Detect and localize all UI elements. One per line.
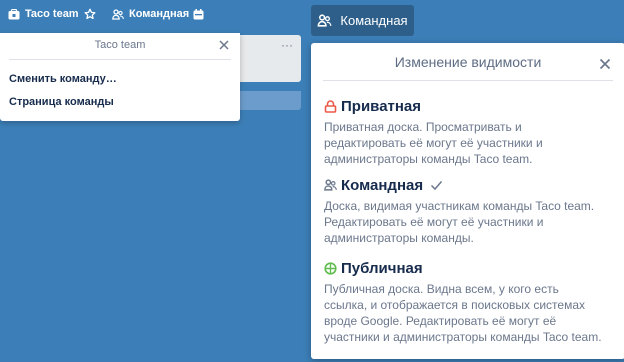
option-title: Приватная bbox=[341, 97, 422, 115]
team-button[interactable]: Taco team bbox=[8, 3, 79, 25]
team-popover: Taco team Сменить команду… Страница кома… bbox=[0, 33, 240, 121]
option-description: Публичная доска. Видна всем, у кого есть… bbox=[324, 282, 602, 344]
visibility-header-label: Командная bbox=[129, 8, 190, 20]
visibility-header-button[interactable]: Командная bbox=[112, 3, 189, 25]
close-icon[interactable] bbox=[599, 57, 611, 70]
lock-icon bbox=[324, 99, 338, 113]
divider bbox=[323, 80, 613, 81]
visibility-option-team[interactable]: Командная Доска, видимая участникам кома… bbox=[324, 175, 617, 246]
team-popover-title: Taco team bbox=[94, 39, 146, 51]
visibility-button-label: Командная bbox=[340, 13, 408, 28]
divider bbox=[9, 59, 231, 60]
calendar-icon bbox=[193, 8, 204, 20]
option-title: Командная bbox=[341, 176, 424, 194]
option-title: Публичная bbox=[341, 259, 423, 277]
list-column-footer bbox=[240, 91, 301, 110]
team-icon bbox=[112, 8, 124, 20]
star-icon bbox=[84, 8, 96, 20]
team-icon bbox=[324, 178, 338, 192]
visibility-button[interactable]: Командная bbox=[311, 5, 414, 36]
calendar-button[interactable] bbox=[193, 3, 204, 25]
globe-icon bbox=[324, 261, 338, 275]
check-icon bbox=[430, 180, 443, 191]
visibility-option-private[interactable]: Приватная Приватная доска. Просматривать… bbox=[324, 96, 617, 167]
team-logo-icon bbox=[8, 8, 20, 20]
team-icon bbox=[317, 14, 332, 27]
visibility-option-public[interactable]: Публичная Публичная доска. Видна всем, у… bbox=[324, 258, 617, 345]
list-column: ··· bbox=[240, 35, 301, 82]
list-menu-icon[interactable]: ··· bbox=[281, 38, 293, 52]
visibility-popover: Изменение видимости Приватная Приватная … bbox=[311, 43, 624, 359]
star-button[interactable] bbox=[84, 3, 96, 25]
team-name: Taco team bbox=[25, 8, 79, 20]
option-description: Приватная доска. Просматривать и редакти… bbox=[324, 120, 543, 166]
option-description: Доска, видимая участникам команды Taco t… bbox=[324, 199, 595, 245]
change-team-item[interactable]: Сменить команду… bbox=[9, 73, 117, 85]
visibility-popover-title: Изменение видимости bbox=[394, 54, 542, 70]
team-page-item[interactable]: Страница команды bbox=[9, 96, 114, 108]
close-icon[interactable] bbox=[218, 38, 230, 50]
